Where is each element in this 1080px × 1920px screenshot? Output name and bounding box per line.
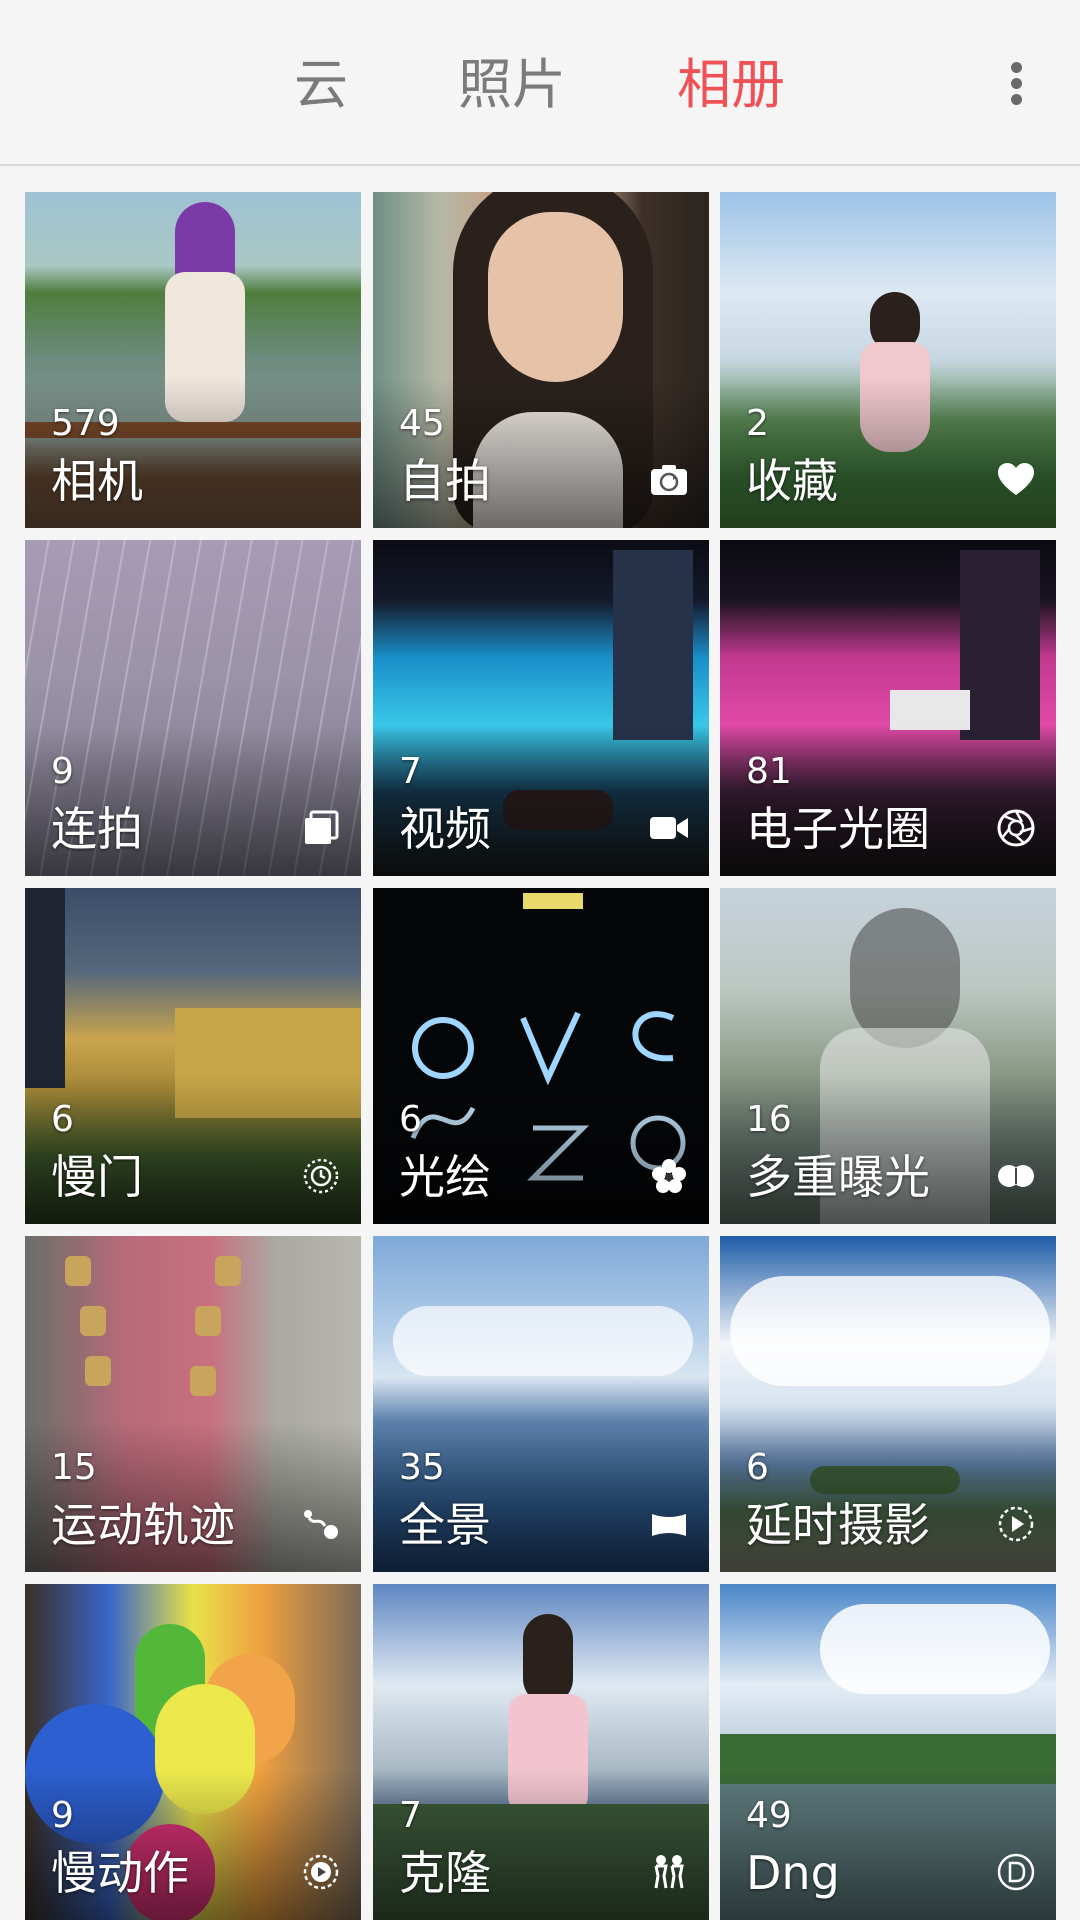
- flower-icon: [649, 1156, 689, 1196]
- double-exposure-icon: [996, 1156, 1036, 1196]
- album-selfie[interactable]: 45 自拍: [373, 192, 709, 528]
- album-video[interactable]: 7 视频: [373, 540, 709, 876]
- album-camera[interactable]: 579 相机: [25, 192, 361, 528]
- album-count: 6: [399, 1099, 422, 1140]
- album-burst[interactable]: 9 连拍: [25, 540, 361, 876]
- album-name: 延时摄影: [746, 1498, 930, 1552]
- album-name: 电子光圈: [746, 802, 930, 856]
- album-count: 15: [51, 1447, 97, 1488]
- gallery-app: 579 相机 45 自拍 2 收藏 9 连拍 7 视频 81 电子光圈 6 慢门…: [0, 0, 1080, 1920]
- album-motion-trail[interactable]: 15 运动轨迹: [25, 1236, 361, 1572]
- tab-photos[interactable]: 照片: [458, 50, 566, 120]
- album-count: 35: [399, 1447, 445, 1488]
- album-name: 多重曝光: [746, 1150, 930, 1204]
- album-count: 7: [399, 1795, 422, 1836]
- album-count: 45: [399, 403, 445, 444]
- album-panorama[interactable]: 35 全景: [373, 1236, 709, 1572]
- aperture-icon: [996, 808, 1036, 848]
- album-slow-motion[interactable]: 9 慢动作: [25, 1584, 361, 1920]
- video-camera-icon: [649, 808, 689, 848]
- album-name: 运动轨迹: [51, 1498, 235, 1552]
- album-favorites[interactable]: 2 收藏: [720, 192, 1056, 528]
- slow-shutter-icon: [301, 1156, 341, 1196]
- album-name: 相机: [51, 454, 143, 508]
- album-name: Dng: [746, 1846, 840, 1900]
- album-name: 克隆: [399, 1846, 491, 1900]
- album-count: 2: [746, 403, 769, 444]
- album-name: 收藏: [746, 454, 838, 508]
- album-multiple-exposure[interactable]: 16 多重曝光: [720, 888, 1056, 1224]
- album-electronic-aperture[interactable]: 81 电子光圈: [720, 540, 1056, 876]
- album-count: 579: [51, 403, 120, 444]
- album-count: 6: [746, 1447, 769, 1488]
- slow-motion-icon: [301, 1852, 341, 1892]
- album-count: 49: [746, 1795, 792, 1836]
- album-slow-shutter[interactable]: 6 慢门: [25, 888, 361, 1224]
- dng-icon: [996, 1852, 1036, 1892]
- panorama-icon: [649, 1504, 689, 1544]
- album-name: 慢门: [51, 1150, 143, 1204]
- top-tab-bar: 云 照片 相册: [0, 0, 1080, 166]
- album-count: 81: [746, 751, 792, 792]
- motion-trail-icon: [301, 1504, 341, 1544]
- album-count: 16: [746, 1099, 792, 1140]
- tab-cloud[interactable]: 云: [294, 50, 348, 120]
- album-name: 全景: [399, 1498, 491, 1552]
- album-grid: 579 相机 45 自拍 2 收藏 9 连拍 7 视频 81 电子光圈 6 慢门…: [0, 0, 1080, 1920]
- tab-albums[interactable]: 相册: [677, 50, 785, 120]
- overflow-menu-icon[interactable]: [1006, 58, 1030, 108]
- album-name: 自拍: [399, 454, 491, 508]
- album-count: 7: [399, 751, 422, 792]
- album-timelapse[interactable]: 6 延时摄影: [720, 1236, 1056, 1572]
- album-count: 6: [51, 1099, 74, 1140]
- album-name: 慢动作: [51, 1846, 189, 1900]
- album-name: 视频: [399, 802, 491, 856]
- clone-people-icon: [649, 1852, 689, 1892]
- album-light-painting[interactable]: 6 光绘: [373, 888, 709, 1224]
- burst-stack-icon: [301, 808, 341, 848]
- album-count: 9: [51, 751, 74, 792]
- album-name: 连拍: [51, 802, 143, 856]
- camera-switch-icon: [649, 460, 689, 500]
- album-count: 9: [51, 1795, 74, 1836]
- album-clone[interactable]: 7 克隆: [373, 1584, 709, 1920]
- heart-icon: [996, 460, 1036, 500]
- album-name: 光绘: [399, 1150, 491, 1204]
- album-dng[interactable]: 49 Dng: [720, 1584, 1056, 1920]
- timelapse-icon: [996, 1504, 1036, 1544]
